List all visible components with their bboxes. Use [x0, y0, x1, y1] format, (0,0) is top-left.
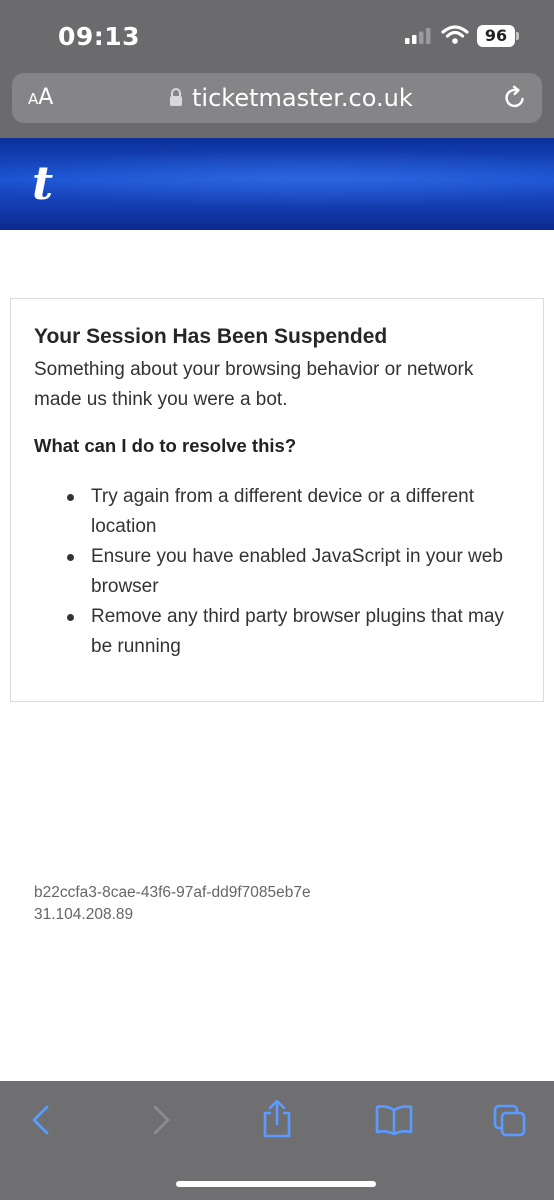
battery-icon: 96 — [477, 25, 515, 47]
status-bar: 09:13 96 — [0, 0, 554, 70]
bookmarks-icon[interactable] — [374, 1103, 414, 1137]
aa-small-label: A — [28, 90, 39, 108]
header-wave — [0, 148, 554, 208]
cellular-signal-icon — [405, 28, 431, 44]
aa-large-label: A — [38, 85, 54, 110]
wifi-icon — [441, 25, 469, 44]
ip-address: 31.104.208.89 — [34, 906, 134, 923]
back-icon[interactable] — [26, 1103, 56, 1137]
url-text[interactable]: ticketmaster.co.uk — [192, 84, 413, 112]
battery-tip — [516, 32, 519, 40]
ticketmaster-logo[interactable]: t — [32, 156, 53, 210]
resolve-tips-list: Try again from a different device or a d… — [67, 482, 507, 662]
home-indicator[interactable] — [176, 1181, 376, 1187]
session-id: b22ccfa3-8cae-43f6-97af-dd9f7085eb7e — [34, 884, 311, 901]
lock-icon — [170, 88, 182, 106]
forward-icon[interactable] — [146, 1103, 176, 1137]
tip-item: Ensure you have enabled JavaScript in yo… — [67, 542, 507, 602]
site-header: t — [0, 138, 554, 230]
error-title: Your Session Has Been Suspended — [34, 325, 388, 348]
reload-icon[interactable] — [502, 85, 528, 111]
tabs-icon[interactable] — [492, 1103, 528, 1139]
tip-item: Try again from a different device or a d… — [67, 482, 507, 542]
reader-settings-button[interactable]: AA — [28, 85, 53, 110]
reference-info: b22ccfa3-8cae-43f6-97af-dd9f7085eb7e 31.… — [34, 882, 311, 926]
resolve-heading: What can I do to resolve this? — [34, 435, 297, 456]
tip-item: Remove any third party browser plugins t… — [67, 602, 507, 662]
error-description: Something about your browsing behavior o… — [34, 359, 474, 410]
error-card: Your Session Has Been Suspended Somethin… — [10, 298, 544, 702]
address-bar[interactable]: AA ticketmaster.co.uk — [12, 73, 542, 123]
status-time: 09:13 — [58, 22, 141, 51]
browser-chrome: 09:13 96 AA ticketmaster.co.uk — [0, 0, 554, 138]
share-icon[interactable] — [260, 1099, 294, 1139]
